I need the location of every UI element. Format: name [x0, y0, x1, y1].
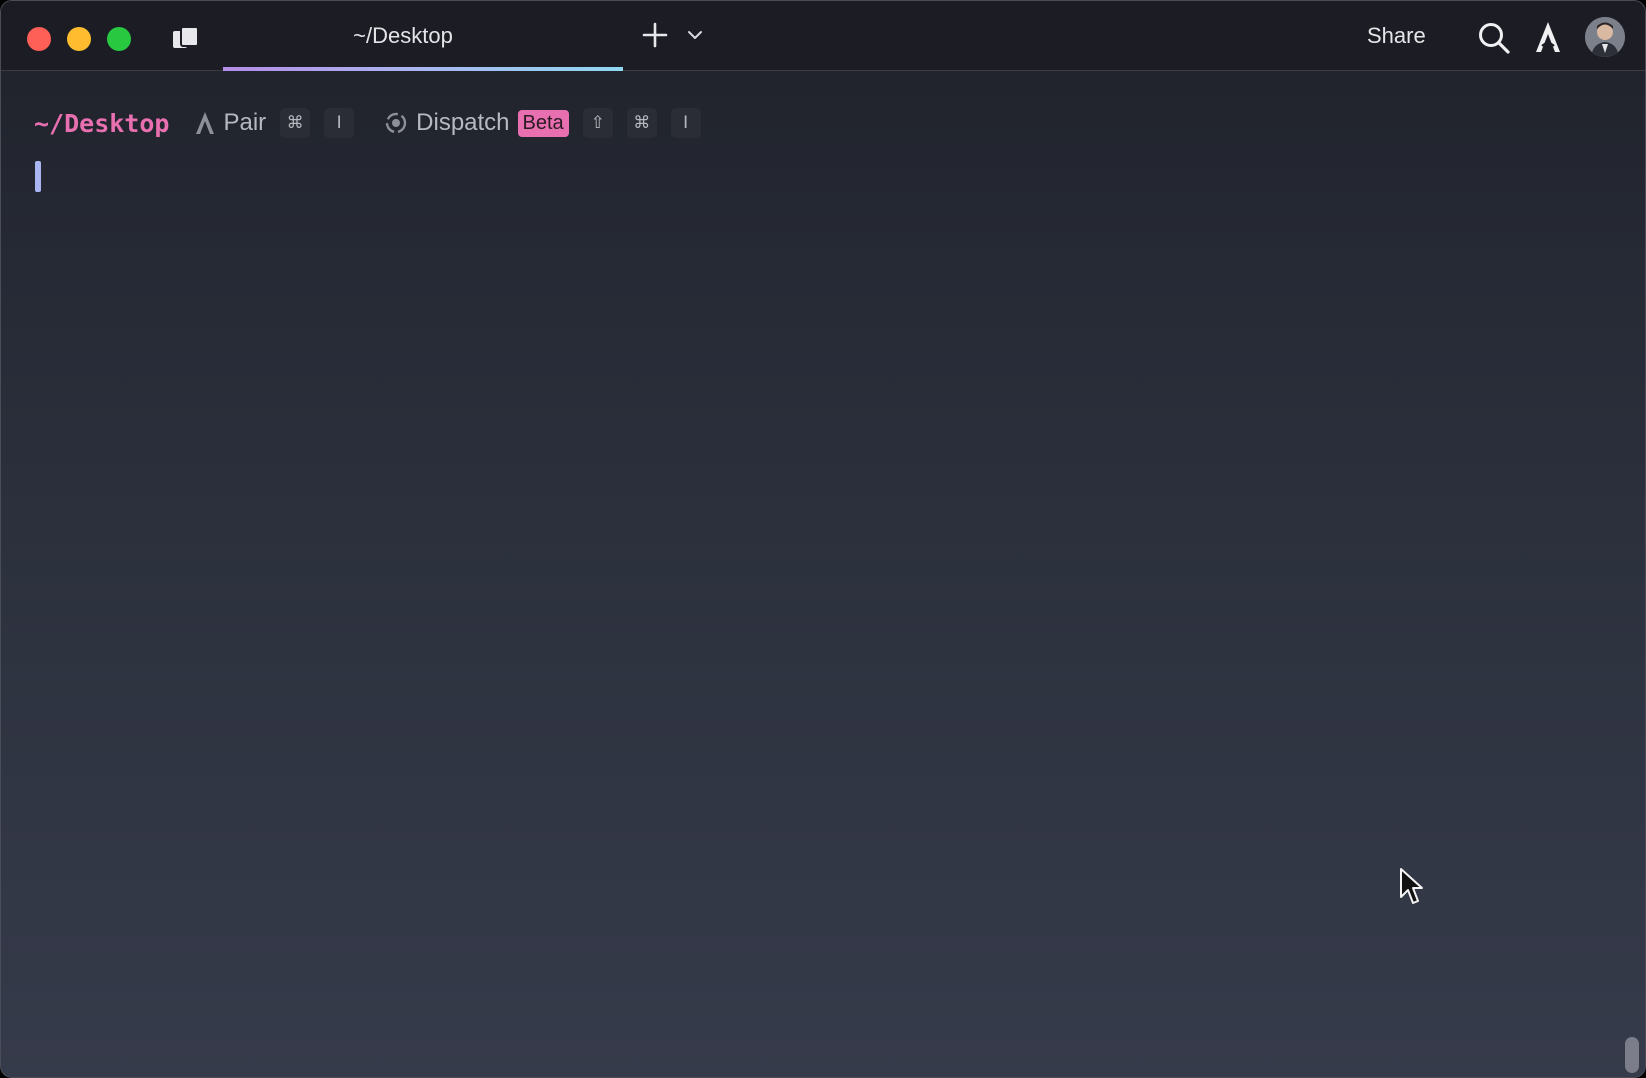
dispatch-label: Dispatch — [416, 109, 510, 136]
prompt-bar: ~/Desktop Pair ⌘ I Dispatch Beta ⇧ ⌘ I — [34, 105, 701, 141]
pair-button[interactable]: Pair ⌘ I — [195, 108, 355, 138]
tab-desktop[interactable]: ~/Desktop — [223, 1, 623, 71]
tab-panel-icon[interactable] — [171, 25, 201, 51]
dispatch-button[interactable]: Dispatch Beta ⇧ ⌘ I — [384, 108, 701, 138]
input-cursor[interactable] — [35, 161, 41, 192]
warp-logo-icon[interactable] — [1533, 20, 1563, 54]
share-button[interactable]: Share — [1367, 23, 1426, 49]
terminal-window: ~/Desktop Share ~/Desktop Pair ⌘ I Dispa… — [0, 0, 1646, 1078]
mouse-pointer-icon — [1400, 868, 1423, 904]
pair-icon — [196, 112, 215, 134]
pair-shortcut-i-key: I — [324, 108, 355, 138]
beta-badge: Beta — [517, 109, 569, 137]
current-directory: ~/Desktop — [34, 108, 170, 138]
dispatch-shortcut-i-key: I — [670, 108, 701, 138]
dispatch-shortcut-cmd-key: ⌘ — [626, 108, 657, 138]
user-avatar[interactable] — [1585, 17, 1625, 57]
scrollbar[interactable] — [1625, 1037, 1639, 1073]
pair-label: Pair — [223, 109, 267, 136]
tab-label: ~/Desktop — [353, 23, 453, 48]
dispatch-icon — [385, 112, 407, 134]
plus-icon[interactable] — [641, 21, 669, 49]
minimize-window-button[interactable] — [67, 27, 91, 51]
dispatch-shortcut-shift-key: ⇧ — [582, 108, 613, 138]
maximize-window-button[interactable] — [107, 27, 131, 51]
active-tab-indicator — [223, 67, 623, 71]
chevron-down-icon[interactable] — [687, 29, 703, 41]
title-bar: ~/Desktop Share — [1, 1, 1645, 71]
pair-shortcut-cmd-key: ⌘ — [280, 108, 311, 138]
search-icon[interactable] — [1477, 21, 1511, 55]
close-window-button[interactable] — [27, 27, 51, 51]
